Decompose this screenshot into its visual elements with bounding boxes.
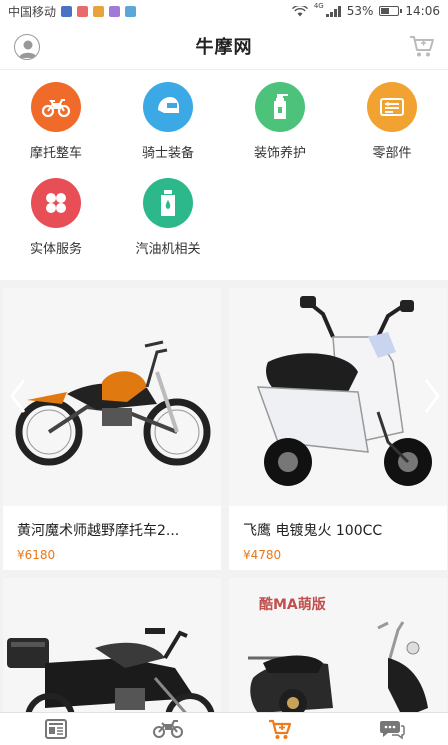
- product-card[interactable]: [3, 578, 221, 728]
- cart-icon[interactable]: [408, 32, 436, 60]
- battery-percent: 53%: [346, 4, 374, 18]
- oil-can-icon: [161, 190, 175, 216]
- product-price: ¥4780: [243, 548, 282, 562]
- chat-icon: [380, 721, 405, 740]
- category-label: 装饰养护: [253, 146, 306, 161]
- category-label: 汽油机相关: [135, 242, 201, 257]
- tab-chat[interactable]: [336, 713, 448, 745]
- category-icon-circle: [367, 82, 417, 132]
- category-motorcycle[interactable]: 摩托整车: [0, 82, 112, 178]
- status-right: 4G 53% 14:06: [291, 2, 440, 18]
- category-label: 摩托整车: [29, 146, 82, 161]
- category-icon-circle: [143, 82, 193, 132]
- notification-icon: [77, 5, 89, 17]
- category-label: 零部件: [372, 146, 412, 161]
- notification-icon: [93, 5, 105, 17]
- scooter-image: [256, 296, 432, 486]
- product-image: 酷MA萌版: [229, 578, 447, 728]
- category-icon-circle: [255, 82, 305, 132]
- product-name: 黄河魔术师越野摩托车2...: [17, 523, 180, 539]
- motorcycle-icon: [41, 99, 71, 118]
- page-title: 牛摩网: [195, 36, 253, 58]
- app-header: 牛摩网: [0, 22, 448, 70]
- category-care[interactable]: 装饰养护: [224, 82, 336, 178]
- carousel-next-icon[interactable]: [421, 376, 443, 416]
- dirt-bike-image: [15, 340, 211, 466]
- news-icon: [45, 719, 67, 739]
- signal-icon: [325, 5, 341, 17]
- parts-icon: [380, 98, 404, 116]
- clock: 14:06: [405, 4, 440, 18]
- product-card[interactable]: 黄河魔术师越野摩托车2... ¥6180: [3, 288, 221, 570]
- motorcycle-icon: [153, 720, 183, 738]
- wifi-icon: [291, 5, 308, 16]
- notification-icon: [61, 5, 73, 17]
- network-type: 4G: [313, 2, 324, 10]
- battery-icon: [379, 6, 403, 16]
- category-label: 实体服务: [29, 242, 82, 257]
- category-engine[interactable]: 汽油机相关: [112, 178, 224, 274]
- category-grid: 摩托整车 骑士装备 装饰养护 零部件 实体服务 汽油机相关: [0, 70, 448, 280]
- carrier-label: 中国移动: [8, 4, 57, 19]
- product-name: 飞鹰 电镀鬼火 100CC: [243, 523, 383, 539]
- product-card[interactable]: 飞鹰 电镀鬼火 100CC ¥4780: [229, 288, 447, 570]
- product-image: [3, 578, 221, 728]
- category-gear[interactable]: 骑士装备: [112, 82, 224, 178]
- carousel-prev-icon[interactable]: [7, 376, 29, 416]
- user-icon: [19, 40, 37, 58]
- product-image: [229, 288, 447, 506]
- bottom-nav: [0, 712, 448, 745]
- avatar[interactable]: [14, 34, 40, 60]
- tab-motorcycle[interactable]: [112, 713, 224, 745]
- notification-icon: [109, 5, 121, 17]
- category-service[interactable]: 实体服务: [0, 178, 112, 274]
- category-icon-circle: [143, 178, 193, 228]
- product-card[interactable]: 酷MA萌版: [229, 578, 447, 728]
- status-bar: 中国移动 4G 53% 14:06: [0, 0, 448, 22]
- app-screen: 中国移动 4G 53% 14:06 牛摩网 摩托整车 骑士装备 装饰养护 零部件…: [0, 0, 448, 745]
- spray-bottle-icon: [274, 94, 288, 119]
- category-label: 骑士装备: [141, 146, 194, 161]
- cart-icon: [269, 719, 292, 739]
- tab-cart[interactable]: [224, 713, 336, 745]
- promo-text: 酷MA萌版: [259, 597, 326, 613]
- product-grid: 黄河魔术师越野摩托车2... ¥6180 飞鹰 电镀鬼火 100CC ¥4780…: [0, 288, 448, 728]
- product-image: [3, 288, 221, 506]
- tab-news[interactable]: [0, 713, 112, 745]
- helmet-icon: [158, 97, 179, 113]
- service-grid-icon: [46, 193, 66, 213]
- category-icon-circle: [31, 178, 81, 228]
- category-parts[interactable]: 零部件: [336, 82, 448, 178]
- notification-icon: [125, 5, 137, 17]
- category-icon-circle: [31, 82, 81, 132]
- status-left: 中国移动: [8, 3, 137, 20]
- product-price: ¥6180: [17, 548, 56, 562]
